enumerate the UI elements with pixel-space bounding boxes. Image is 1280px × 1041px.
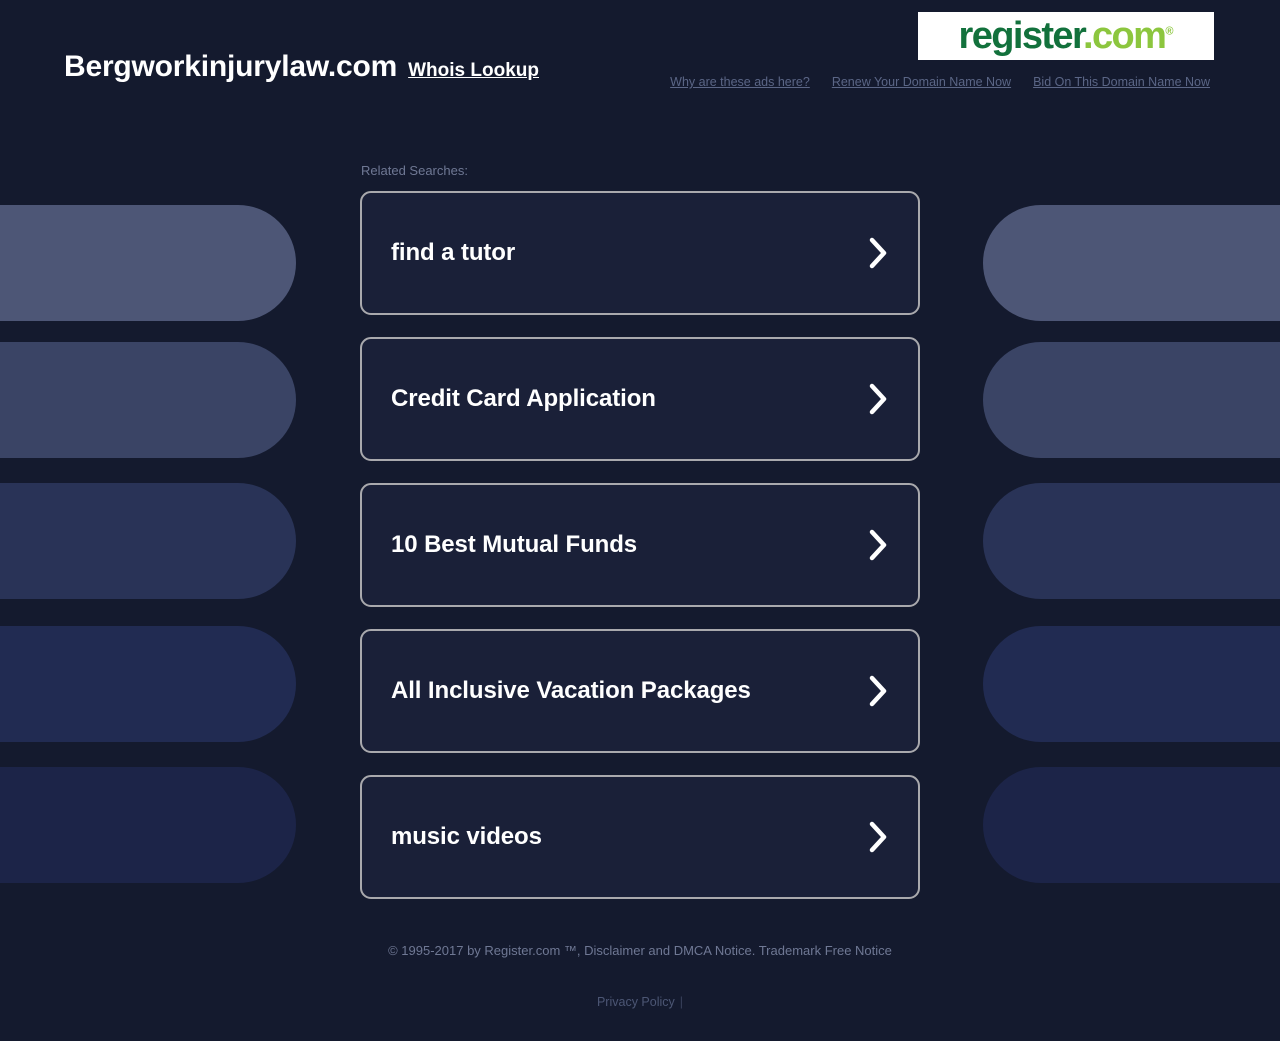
decor-pill-right-2	[983, 342, 1280, 458]
search-card[interactable]: 10 Best Mutual Funds	[360, 483, 920, 607]
why-ads-link[interactable]: Why are these ads here?	[670, 75, 810, 89]
renew-domain-link[interactable]: Renew Your Domain Name Now	[832, 75, 1011, 89]
decor-pill-left-1	[0, 205, 296, 321]
decor-pill-right-3	[983, 483, 1280, 599]
search-card-label: find a tutor	[391, 239, 516, 266]
privacy-policy-link[interactable]: Privacy Policy	[597, 995, 675, 1009]
search-card[interactable]: music videos	[360, 775, 920, 899]
ad-links: Why are these ads here? Renew Your Domai…	[670, 75, 1210, 89]
register-com-logo[interactable]: register.com®	[918, 12, 1214, 60]
search-card[interactable]: find a tutor	[360, 191, 920, 315]
page-footer: © 1995-2017 by Register.com ™, Disclaime…	[0, 921, 1280, 1009]
decor-pill-right-4	[983, 626, 1280, 742]
chevron-right-icon	[868, 236, 890, 270]
decor-pill-left-5	[0, 767, 296, 883]
main-content: Related Searches: find a tutor Credit Ca…	[360, 118, 920, 899]
page-header: Bergworkinjurylaw.com Whois Lookup regis…	[0, 0, 1280, 118]
search-card[interactable]: All Inclusive Vacation Packages	[360, 629, 920, 753]
privacy-row: Privacy Policy |	[0, 995, 1280, 1009]
privacy-separator: |	[679, 994, 684, 1009]
search-card-label: All Inclusive Vacation Packages	[391, 677, 751, 704]
decor-pill-left-4	[0, 626, 296, 742]
decor-pill-left-2	[0, 342, 296, 458]
related-searches-label: Related Searches:	[361, 163, 468, 178]
chevron-right-icon	[868, 382, 890, 416]
registered-trademark-icon: ®	[1165, 25, 1174, 38]
logo-word-register: register	[958, 15, 1085, 57]
copyright-text: © 1995-2017 by Register.com ™, Disclaime…	[388, 943, 892, 958]
logo-word-com: .com	[1083, 15, 1167, 57]
decor-pill-left-3	[0, 483, 296, 599]
brand-line: Bergworkinjurylaw.com Whois Lookup	[64, 50, 539, 84]
search-card-label: 10 Best Mutual Funds	[391, 531, 638, 558]
search-card[interactable]: Credit Card Application	[360, 337, 920, 461]
chevron-right-icon	[868, 674, 890, 708]
chevron-right-icon	[868, 528, 890, 562]
register-com-logo-text: register.com®	[959, 17, 1174, 55]
bid-on-domain-link[interactable]: Bid On This Domain Name Now	[1033, 75, 1210, 89]
decor-pill-right-5	[983, 767, 1280, 883]
search-card-label: Credit Card Application	[391, 385, 656, 412]
chevron-right-icon	[868, 820, 890, 854]
search-card-label: music videos	[391, 823, 542, 850]
whois-lookup-link[interactable]: Whois Lookup	[408, 60, 539, 82]
page-title: Bergworkinjurylaw.com	[64, 50, 398, 83]
decor-pill-right-1	[983, 205, 1280, 321]
